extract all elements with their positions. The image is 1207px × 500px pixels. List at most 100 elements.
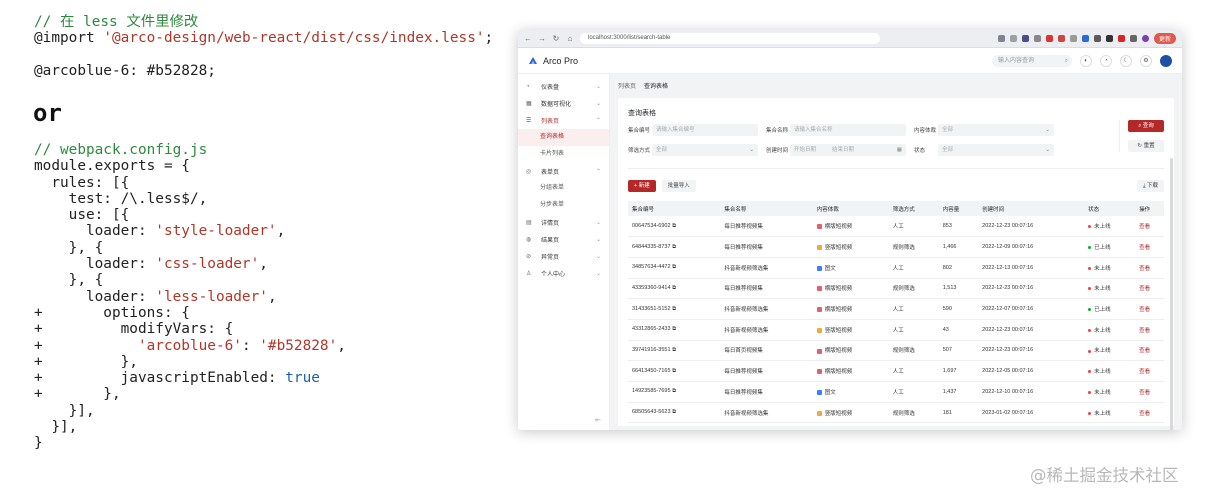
- notification-icon[interactable]: ◔: [1100, 54, 1112, 67]
- home-icon[interactable]: ⌂: [566, 34, 574, 43]
- cell-status: 未上线: [1084, 402, 1136, 424]
- menu-item-result[interactable]: ◍ 结果页 ⌄: [518, 231, 609, 248]
- code-line: loader: 'css-loader',: [34, 256, 504, 272]
- cell-op: 查看: [1135, 319, 1164, 341]
- reload-icon[interactable]: ↻: [552, 34, 560, 43]
- language-icon[interactable]: ◐: [1080, 54, 1092, 67]
- table-row: 14923585-7695 ⧉ 每日推荐视频集 图文 人工 1,437 2022-12-1…: [628, 381, 1164, 403]
- header-search-input[interactable]: 输入内容查询 ⌕: [992, 54, 1072, 67]
- address-bar[interactable]: localhost:3000/list/search-table: [580, 33, 880, 44]
- view-link[interactable]: 查看: [1139, 411, 1150, 417]
- view-link[interactable]: 查看: [1139, 369, 1150, 375]
- extension-icon[interactable]: [1117, 35, 1125, 42]
- extension-icon[interactable]: [1009, 35, 1017, 42]
- menu-item-search-table[interactable]: 查询表格: [518, 129, 609, 146]
- date-range-picker[interactable]: 开始日期 结束日期 ▦: [790, 144, 906, 156]
- exception-icon: ⊘: [526, 254, 532, 260]
- select-value: 全部: [942, 127, 954, 133]
- menu-item-card-list[interactable]: 卡片列表: [518, 146, 609, 163]
- search-button[interactable]: ⌕ 查询: [1128, 120, 1164, 132]
- calendar-icon: ▦: [896, 147, 902, 153]
- view-link[interactable]: 查看: [1139, 328, 1150, 334]
- avatar[interactable]: [1160, 54, 1172, 67]
- view-link[interactable]: 查看: [1139, 224, 1150, 230]
- extension-icon[interactable]: [1129, 35, 1137, 42]
- copy-icon[interactable]: ⧉: [672, 264, 676, 270]
- extension-icon[interactable]: [1093, 35, 1101, 42]
- copy-icon[interactable]: ⧉: [672, 306, 676, 312]
- copy-icon[interactable]: ⧉: [672, 347, 676, 353]
- filter-label: 创建时间: [766, 148, 789, 154]
- batch-import-button[interactable]: 批量导入: [661, 180, 696, 192]
- extension-icon[interactable]: [997, 35, 1005, 42]
- menu-item-visualization[interactable]: ▦ 数据可视化 ⌄: [518, 95, 609, 112]
- extension-icon[interactable]: [1045, 35, 1053, 42]
- code-boolean: true: [285, 370, 320, 387]
- method-select[interactable]: 全部 ⌄: [652, 144, 758, 156]
- code-token: loader:: [34, 256, 156, 273]
- code-line: }],: [34, 402, 95, 419]
- cell-status: 已上线: [1084, 236, 1136, 258]
- code-token: loader:: [34, 288, 156, 305]
- menu-item-profile[interactable]: ▤ 详情页 ⌄: [518, 214, 609, 231]
- extension-icon[interactable]: [1021, 35, 1029, 42]
- forward-icon[interactable]: →: [538, 34, 546, 43]
- view-link[interactable]: 查看: [1139, 307, 1150, 313]
- cell-name: 每日推荐视频集: [720, 278, 813, 300]
- menu-item-form[interactable]: ◎ 表单页 ⌃: [518, 163, 609, 180]
- cell-count: 1,697: [938, 360, 979, 382]
- menu-item-list[interactable]: ☰ 列表页 ⌃: [518, 112, 609, 129]
- download-button[interactable]: ⤓ 下载: [1137, 180, 1164, 192]
- copy-icon[interactable]: ⧉: [672, 244, 676, 250]
- view-link[interactable]: 查看: [1139, 266, 1150, 272]
- update-button[interactable]: 更新: [1153, 33, 1176, 44]
- menu-item-user[interactable]: ♙ 个人中心 ⌄: [518, 265, 609, 282]
- view-link[interactable]: 查看: [1139, 348, 1150, 354]
- extension-icon[interactable]: [1069, 35, 1077, 42]
- back-icon[interactable]: ←: [524, 34, 532, 43]
- code-line: use: [{: [34, 207, 130, 224]
- theme-icon[interactable]: ☾: [1120, 54, 1132, 67]
- menu-item-step-form[interactable]: 分步表单: [518, 197, 609, 214]
- extension-icon[interactable]: [1057, 35, 1065, 42]
- menu-item-group-form[interactable]: 分组表单: [518, 180, 609, 197]
- collapse-sidebar-icon[interactable]: ⇤: [595, 416, 601, 424]
- chevron-down-icon: ⌄: [595, 101, 601, 107]
- view-link[interactable]: 查看: [1139, 390, 1150, 396]
- cell-op: 查看: [1135, 381, 1164, 403]
- menu-item-dashboard[interactable]: ◔ 仪表盘 ⌄: [518, 78, 609, 95]
- copy-icon[interactable]: ⧉: [672, 223, 676, 229]
- extension-icon[interactable]: [1105, 35, 1113, 42]
- view-link[interactable]: 查看: [1139, 245, 1150, 251]
- code-line: + javascriptEnabled: true: [34, 370, 504, 386]
- view-link[interactable]: 查看: [1139, 286, 1150, 292]
- breadcrumb-item[interactable]: 列表页: [618, 84, 636, 90]
- status-select[interactable]: 全部 ⌄: [938, 144, 1054, 156]
- table-scrollbar[interactable]: [1170, 158, 1173, 430]
- copy-icon[interactable]: ⧉: [672, 388, 676, 394]
- cell-id-text: 43312865-2433: [632, 326, 671, 333]
- search-placeholder: 输入内容查询: [998, 57, 1035, 64]
- copy-icon[interactable]: ⧉: [672, 368, 676, 374]
- profile-icon[interactable]: [1141, 35, 1149, 42]
- content-type-icon: [816, 389, 822, 395]
- id-input[interactable]: 请输入集合编号: [652, 124, 758, 136]
- extension-icon[interactable]: [1081, 35, 1089, 42]
- copy-icon[interactable]: ⧉: [672, 326, 676, 332]
- column-header[interactable]: 内容量: [938, 201, 979, 216]
- copy-icon[interactable]: ⧉: [672, 409, 676, 415]
- settings-icon[interactable]: ⚙: [1140, 54, 1152, 67]
- cell-id: 31433651-5152 ⧉: [628, 298, 721, 320]
- menu-item-exception[interactable]: ⊘ 异常页 ⌄: [518, 248, 609, 265]
- cell-op: 查看: [1135, 298, 1164, 320]
- type-select[interactable]: 全部 ⌄: [938, 124, 1054, 136]
- cell-method: 人工: [888, 298, 939, 320]
- name-input[interactable]: 请输入集合名称: [790, 124, 906, 136]
- column-header[interactable]: 创建时间: [978, 201, 1085, 216]
- copy-icon[interactable]: ⧉: [672, 285, 676, 291]
- menu-label: 结果页: [541, 238, 560, 244]
- data-table: 集合编号 集合名称 内容体裁 筛选方式 内容量 创建时间 状态 操作 00647…: [628, 201, 1164, 424]
- extension-icon[interactable]: [1033, 35, 1041, 42]
- reset-button[interactable]: ↻ 重置: [1128, 140, 1164, 152]
- new-button[interactable]: + 新建: [628, 180, 656, 192]
